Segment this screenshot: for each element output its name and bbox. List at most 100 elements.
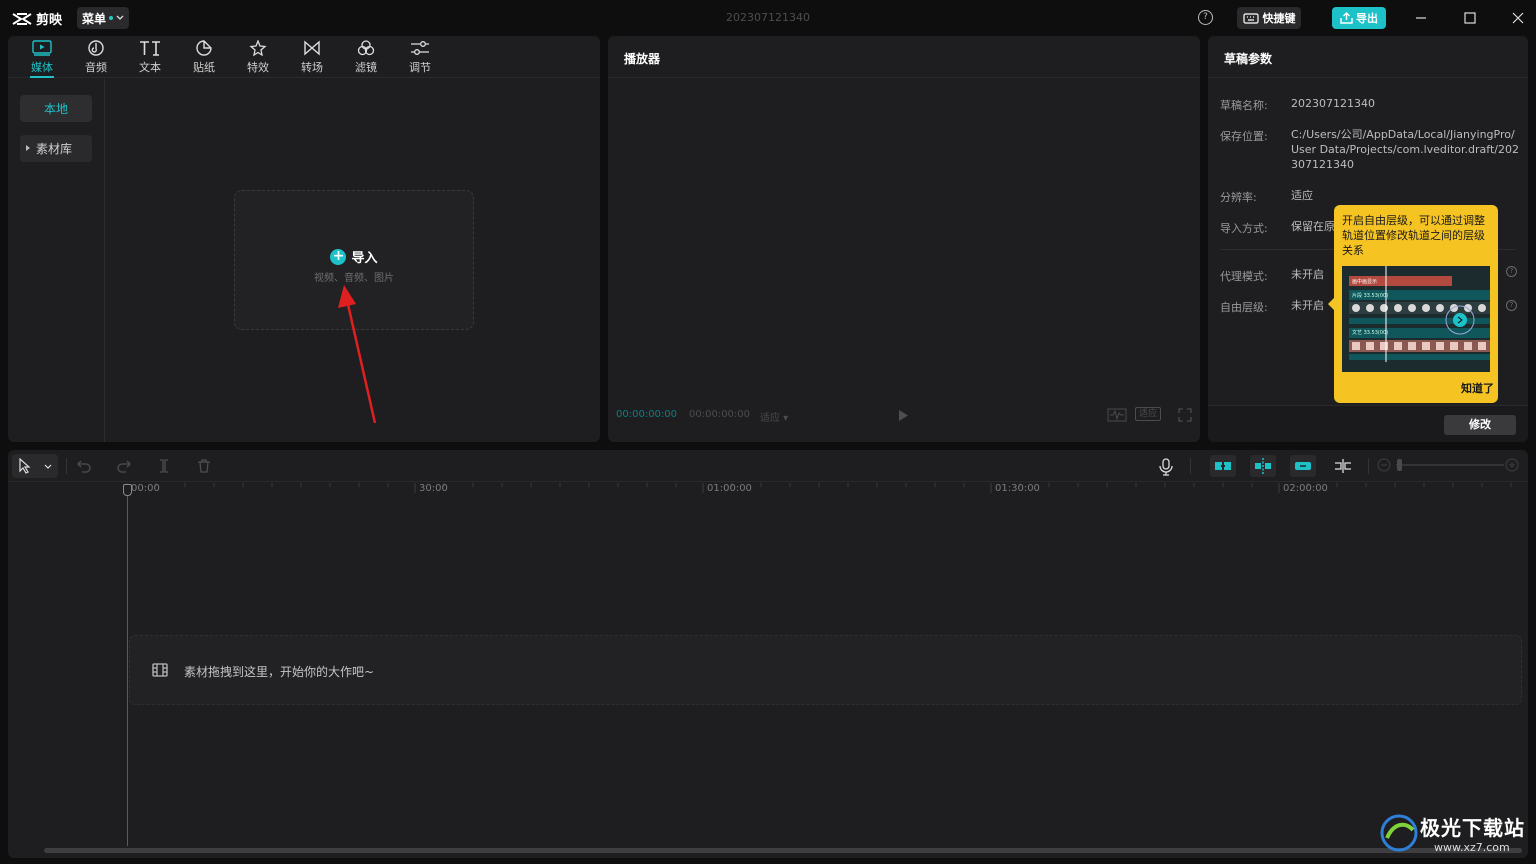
import-mode-value: 保留在原 (1291, 220, 1335, 233)
shortcut-button[interactable]: 快捷键 (1237, 7, 1301, 29)
proxy-mode-label: 代理模式: (1220, 270, 1268, 283)
keyboard-icon (1242, 12, 1259, 24)
tab-sticker-label: 贴纸 (193, 61, 215, 74)
modify-button[interactable]: 修改 (1444, 415, 1516, 435)
player-title: 播放器 (608, 36, 1200, 78)
tab-audio-label: 音频 (85, 61, 107, 74)
tab-transition-label: 转场 (301, 61, 323, 74)
fit-button[interactable]: 适应 (1135, 407, 1161, 421)
tab-transition[interactable]: 转场 (292, 40, 332, 78)
ratio-label: 适应 (760, 413, 780, 424)
layer-help-icon[interactable]: ? (1506, 300, 1517, 311)
zoom-slider[interactable] (1396, 464, 1504, 466)
tab-audio[interactable]: 音频 (76, 40, 116, 78)
tab-filter-label: 滤镜 (355, 61, 377, 74)
sticker-icon (196, 40, 212, 56)
import-button[interactable]: + 导入 (235, 247, 473, 266)
plus-icon: + (330, 248, 347, 265)
tab-effects[interactable]: 特效 (238, 40, 278, 78)
undo-icon[interactable] (76, 458, 92, 474)
shortcut-label: 快捷键 (1262, 12, 1296, 25)
timeline-panel: 00:00 30:00 01:00:00 01:30:00 02:00:00 素… (8, 450, 1528, 858)
close-icon[interactable] (1509, 9, 1527, 27)
effects-icon (249, 40, 267, 56)
proxy-help-icon[interactable]: ? (1506, 266, 1517, 277)
redo-icon[interactable] (116, 458, 132, 474)
main-track-magnet-icon (1215, 462, 1231, 470)
watermark-brand: 极光下载站 (1420, 816, 1525, 840)
minimize-icon[interactable] (1412, 9, 1430, 27)
free-layer-value: 未开启 (1291, 299, 1324, 312)
dropzone-text: 素材拖拽到这里，开始你的大作吧~ (184, 665, 375, 679)
ratio-selector[interactable]: 适应 ▾ (760, 409, 788, 424)
free-layer-tooltip: 开启自由层级，可以通过调整轨道位置修改轨道之间的层级关系 画中画显示 片段 33… (1328, 205, 1498, 403)
tab-media[interactable]: 媒体 (22, 40, 62, 78)
media-icon (32, 40, 52, 56)
import-title: 导入 (351, 251, 378, 266)
watermark-logo-icon (1380, 814, 1418, 852)
resolution-value: 适应 (1291, 189, 1313, 202)
draft-name-value: 202307121340 (1291, 97, 1375, 110)
sidebar-item-library[interactable]: 素材库 (20, 135, 92, 162)
split-icon[interactable] (156, 458, 172, 474)
site-watermark: 极光下载站 www.xz7.com (1378, 808, 1532, 858)
export-button[interactable]: 导出 (1332, 7, 1386, 29)
caret-right-icon (26, 145, 30, 151)
export-icon (1340, 12, 1353, 24)
zoom-slider-handle[interactable] (1397, 459, 1402, 471)
ruler-label: 02:00:00 (1283, 483, 1328, 494)
tab-filter[interactable]: 滤镜 (346, 40, 386, 78)
draft-footer: 修改 (1208, 405, 1528, 442)
demo-label-2: 片段 33.53(00) (1352, 293, 1389, 299)
tab-adjust[interactable]: 调节 (400, 40, 440, 78)
title-bar: 剪映 菜单 202307121340 ? 快捷键 导出 (0, 0, 1536, 36)
zoom-out-icon[interactable] (1377, 458, 1391, 472)
timeline-scrollbar[interactable] (44, 848, 1522, 853)
select-tool-button[interactable] (12, 454, 58, 478)
media-panel: 媒体 音频 文本 贴纸 特效 转场 滤镜 调节 本地 素材库 + 导入 视频、音… (8, 36, 600, 442)
link-icon (1295, 462, 1311, 470)
playhead-handle[interactable] (123, 484, 132, 496)
tab-media-label: 媒体 (31, 61, 53, 74)
microphone-icon[interactable] (1158, 458, 1174, 476)
link-toggle[interactable] (1290, 455, 1316, 477)
audio-icon (88, 40, 104, 56)
tooltip-text: 开启自由层级，可以通过调整轨道位置修改轨道之间的层级关系 (1342, 214, 1485, 257)
timeline-ruler[interactable]: 00:00 30:00 01:00:00 01:30:00 02:00:00 (8, 483, 1528, 497)
tab-effects-label: 特效 (247, 61, 269, 74)
tab-text-label: 文本 (139, 61, 161, 74)
filter-icon (357, 40, 375, 56)
sidebar-item-local[interactable]: 本地 (20, 95, 92, 122)
tab-adjust-label: 调节 (409, 61, 431, 74)
tab-text[interactable]: 文本 (130, 40, 170, 78)
auto-snap-toggle[interactable] (1250, 455, 1276, 477)
snap-icon (1255, 458, 1271, 474)
player-panel: 播放器 00:00:00:00 00:00:00:00 适应 ▾ 适应 (608, 36, 1200, 442)
adjust-icon (411, 41, 429, 55)
transition-icon (304, 40, 320, 56)
cursor-icon (19, 458, 31, 474)
media-tabbar: 媒体 音频 文本 贴纸 特效 转场 滤镜 调节 (8, 36, 600, 78)
preview-axis-icon[interactable] (1333, 458, 1353, 474)
annotation-arrow-icon (338, 285, 377, 424)
ruler-label: 01:00:00 (707, 483, 752, 494)
ruler-label: 30:00 (419, 483, 448, 494)
help-icon[interactable]: ? (1198, 10, 1213, 25)
magnet-toggle[interactable] (1210, 455, 1236, 477)
delete-icon[interactable] (196, 458, 212, 474)
player-controls: 00:00:00:00 00:00:00:00 适应 ▾ 适应 (608, 402, 1200, 430)
waveform-icon[interactable] (1107, 408, 1127, 422)
maximize-icon[interactable] (1461, 9, 1479, 27)
tooltip-confirm-button[interactable]: 知道了 (1461, 380, 1494, 396)
timeline-toolbar (8, 450, 1528, 482)
tab-sticker[interactable]: 贴纸 (184, 40, 224, 78)
tooltip-illustration: 画中画显示 片段 33.53(00) 文艺 33.53(00) (1342, 266, 1490, 372)
playhead-line[interactable] (127, 484, 128, 846)
import-mode-label: 导入方式: (1220, 222, 1268, 235)
fullscreen-icon[interactable] (1178, 408, 1192, 422)
play-icon[interactable] (897, 409, 909, 422)
chevron-down-icon (44, 464, 52, 469)
total-timecode: 00:00:00:00 (689, 409, 751, 420)
zoom-in-icon[interactable] (1505, 458, 1519, 472)
track-dropzone[interactable]: 素材拖拽到这里，开始你的大作吧~ (129, 635, 1522, 705)
